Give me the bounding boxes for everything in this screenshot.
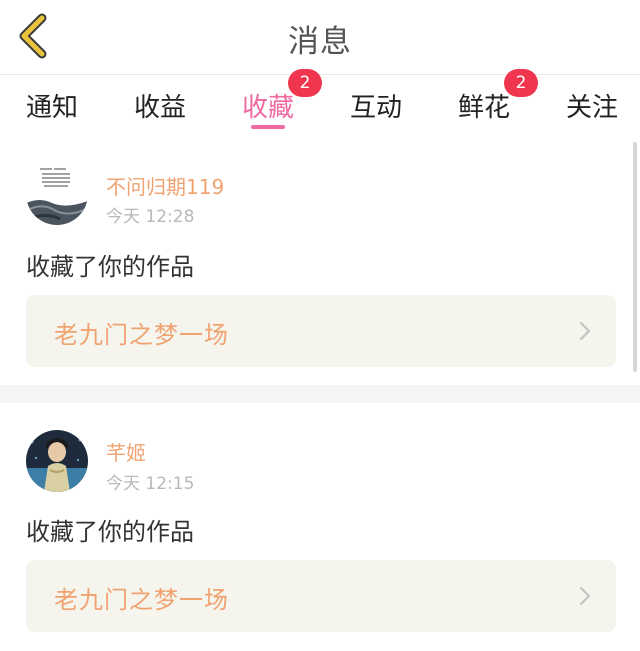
- chevron-right-icon: [579, 321, 591, 341]
- action-text: 收藏了你的作品: [26, 518, 194, 546]
- chevron-right-icon: [579, 586, 591, 606]
- work-title: 老九门之梦一场: [54, 586, 229, 614]
- message-card: 不问归期119 今天 12:28 收藏了你的作品 老九门之梦一场: [0, 137, 640, 383]
- tab-earnings[interactable]: 收益: [134, 87, 186, 131]
- message-list[interactable]: 不问归期119 今天 12:28 收藏了你的作品 老九门之梦一场 芊姬 今天 1…: [0, 137, 640, 651]
- user-avatar-icon: [26, 163, 88, 225]
- timestamp: 今天 12:28: [106, 207, 195, 227]
- username[interactable]: 芊姬: [106, 437, 146, 466]
- tab-label: 互动: [350, 93, 403, 123]
- tab-favorites[interactable]: 收藏 2: [242, 69, 323, 131]
- tab-label: 鲜花: [458, 93, 511, 123]
- tab-bar: 通知 收益 收藏 2 互动 鲜花 2 关注: [0, 69, 640, 137]
- tab-interactions[interactable]: 互动: [350, 87, 402, 131]
- avatar[interactable]: [26, 430, 88, 492]
- tab-badge: 2: [504, 69, 539, 97]
- app-screen: 消息 通知 收益 收藏 2 互动 鲜花 2 关注 不问归期119 今天 12:2…: [0, 0, 640, 651]
- tab-notifications[interactable]: 通知: [26, 87, 78, 131]
- work-title: 老九门之梦一场: [54, 321, 229, 349]
- timestamp: 今天 12:15: [106, 474, 195, 494]
- top-bar: 消息: [0, 0, 640, 74]
- work-link[interactable]: 老九门之梦一场: [26, 295, 616, 367]
- user-avatar-icon: [26, 430, 88, 492]
- section-divider: [0, 385, 640, 403]
- work-link[interactable]: 老九门之梦一场: [26, 560, 616, 632]
- tab-label: 关注: [566, 93, 619, 123]
- username[interactable]: 不问归期119: [106, 171, 224, 200]
- page-title: 消息: [288, 24, 352, 60]
- active-tab-indicator: [251, 125, 285, 129]
- tab-flowers[interactable]: 鲜花 2: [458, 69, 539, 131]
- tab-badge: 2: [288, 69, 323, 97]
- tab-label: 收益: [134, 93, 187, 123]
- action-text: 收藏了你的作品: [26, 253, 194, 281]
- tab-following[interactable]: 关注: [566, 87, 618, 131]
- scrollbar[interactable]: [633, 142, 637, 372]
- avatar[interactable]: [26, 163, 88, 225]
- tab-label: 收藏: [242, 93, 295, 123]
- tab-label: 通知: [26, 93, 79, 123]
- message-card: 芊姬 今天 12:15 收藏了你的作品 老九门之梦一场: [0, 403, 640, 651]
